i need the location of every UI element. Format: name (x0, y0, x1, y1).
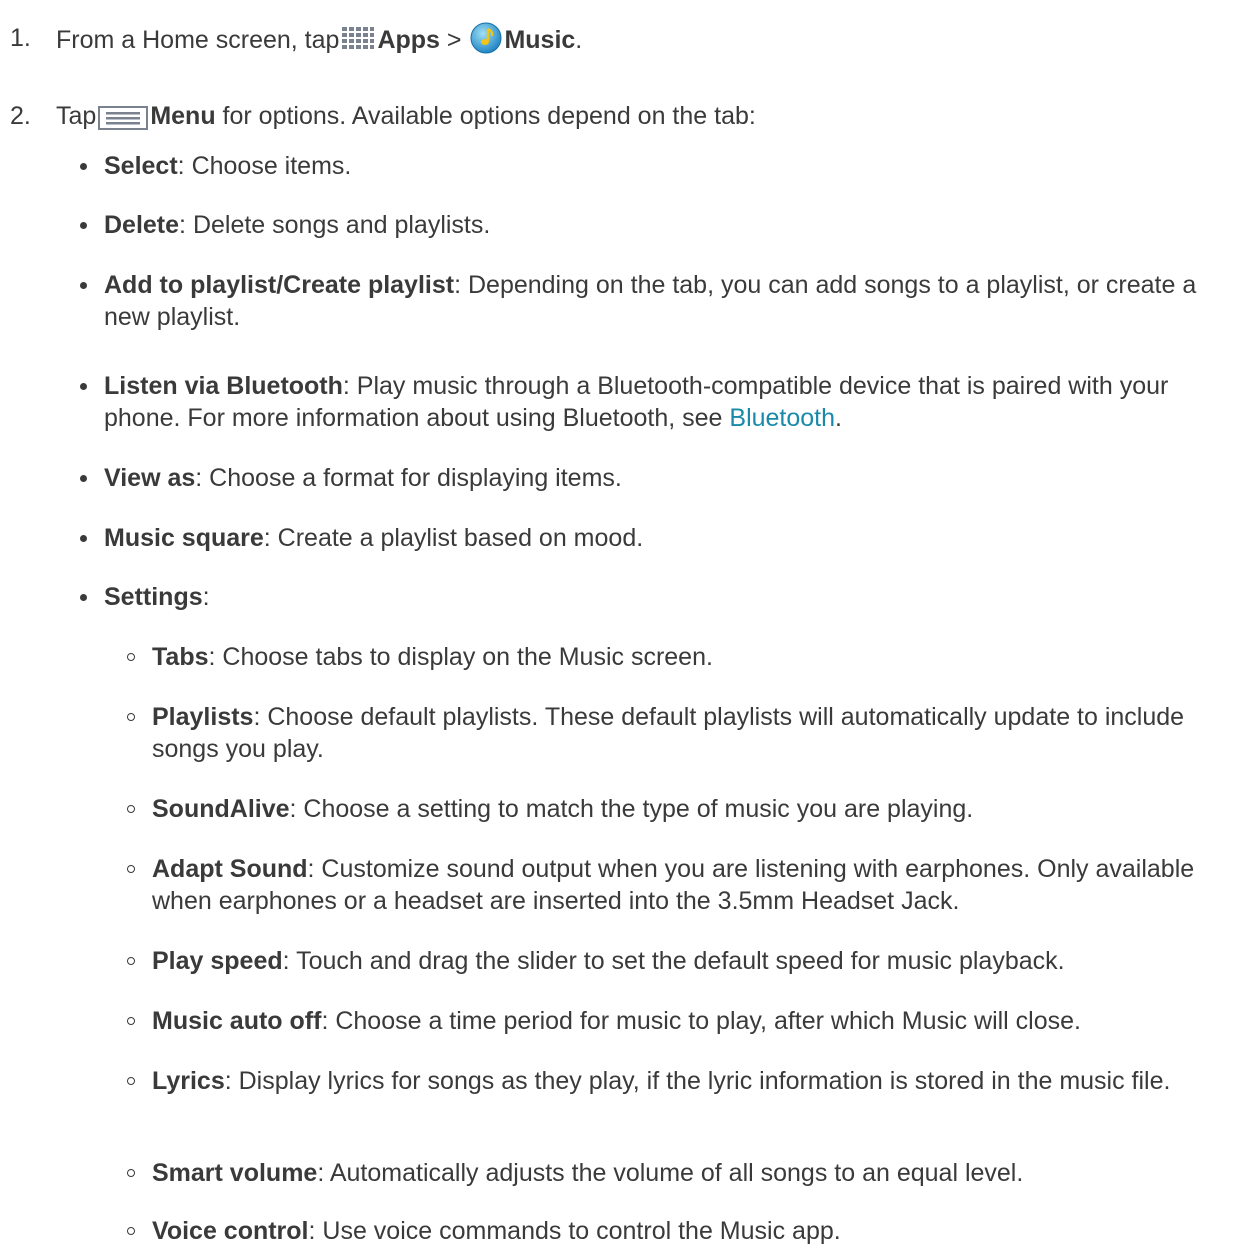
sub-bullet (127, 805, 135, 813)
setting-text: : Choose tabs to display on the Music sc… (208, 643, 713, 671)
step-text-post: for options. Available options depend on… (215, 102, 756, 130)
bullet (80, 535, 87, 542)
sub-bullet (127, 1169, 135, 1177)
apps-label: Apps (377, 26, 440, 54)
bullet (80, 383, 87, 390)
bluetooth-link[interactable]: Bluetooth (729, 404, 835, 432)
bullet (80, 282, 87, 289)
step-text-post: . (575, 26, 583, 54)
setting-label: Adapt Sound (152, 855, 308, 883)
setting-label: Tabs (152, 643, 209, 671)
apps-grid-icon (341, 26, 375, 62)
setting-label: Smart volume (152, 1159, 318, 1187)
option-text-tail: . (835, 404, 842, 432)
step-text-pre: From a Home screen, tap (56, 26, 340, 54)
step-number: 1. (10, 24, 31, 52)
menu-label: Menu (150, 102, 216, 130)
option-text: : Choose items. (177, 152, 352, 180)
setting-text: : Display lyrics for songs as they play,… (224, 1067, 1171, 1095)
option-text: : Delete songs and playlists. (179, 211, 491, 239)
setting-label: Music auto off (152, 1007, 322, 1035)
setting-text: : Choose default playlists. These defaul… (152, 703, 1185, 763)
option-label: View as (104, 464, 196, 492)
setting-label: Play speed (152, 947, 283, 975)
bullet (80, 594, 87, 601)
option-text: : (202, 583, 210, 611)
sub-bullet (127, 1017, 135, 1025)
sub-bullet (127, 1077, 135, 1085)
step-separator: > (439, 26, 469, 54)
setting-label: Lyrics (152, 1067, 225, 1095)
sub-bullet (127, 865, 135, 873)
bullet (80, 475, 87, 482)
option-text: : Choose a format for displaying items. (195, 464, 622, 492)
option-label: Select (104, 152, 178, 180)
menu-icon (98, 106, 149, 138)
setting-label: Playlists (152, 703, 254, 731)
setting-text: : Choose a time period for music to play… (321, 1007, 1081, 1035)
option-label: Add to playlist/Create playlist (104, 271, 455, 299)
setting-label: Voice control (152, 1217, 309, 1245)
option-label: Listen via Bluetooth (104, 372, 343, 400)
setting-text: : Customize sound output when you are li… (152, 855, 1195, 915)
music-label: Music (504, 26, 576, 54)
music-note-icon (470, 22, 502, 62)
setting-label: SoundAlive (152, 795, 290, 823)
step-text: Tap Menu for options. Available options … (56, 100, 756, 138)
setting-text: : Touch and drag the slider to set the d… (282, 947, 1065, 975)
setting-text: : Choose a setting to match the type of … (289, 795, 974, 823)
bullet (80, 222, 87, 229)
sub-bullet (127, 1227, 135, 1235)
setting-text: : Use voice commands to control the Musi… (308, 1217, 841, 1245)
option-text: : Create a playlist based on mood. (263, 524, 644, 552)
bullet (80, 163, 87, 170)
sub-bullet (127, 957, 135, 965)
step-number: 2. (10, 102, 31, 130)
setting-text: : Automatically adjusts the volume of al… (317, 1159, 1024, 1187)
option-label: Music square (104, 524, 264, 552)
option-label: Settings (104, 583, 203, 611)
step-text: From a Home screen, tap Apps > Music. (56, 22, 582, 62)
sub-bullet (127, 653, 135, 661)
option-label: Delete (104, 211, 180, 239)
step-text-pre: Tap (56, 102, 97, 130)
sub-bullet (127, 713, 135, 721)
